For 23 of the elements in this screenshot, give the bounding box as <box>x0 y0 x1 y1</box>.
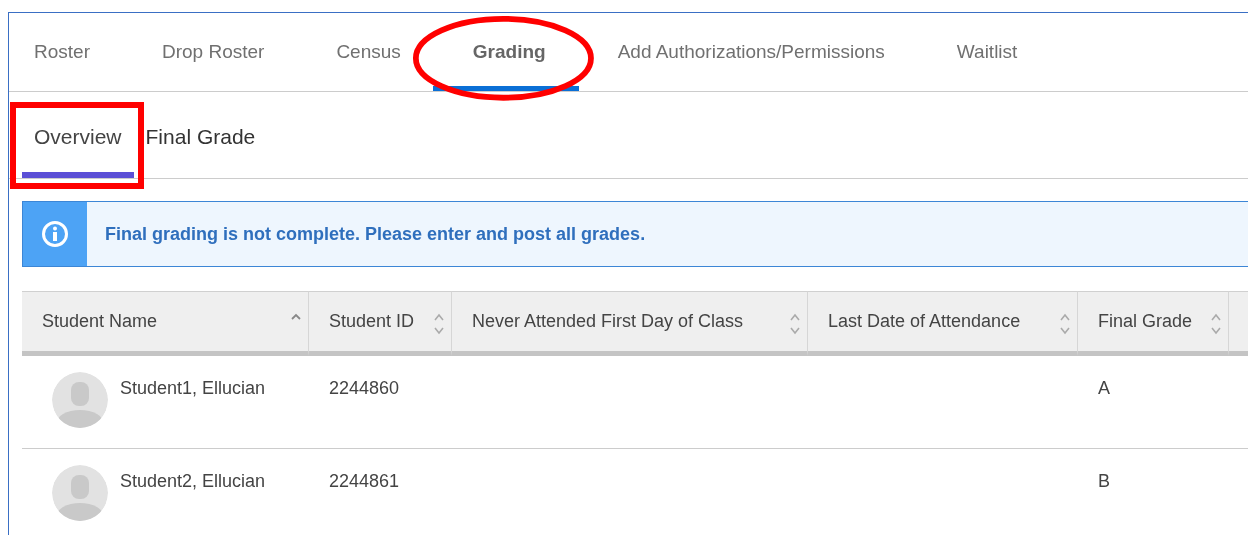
final-grade: A <box>1098 378 1110 398</box>
tab[interactable]: Drop Roster <box>161 13 265 91</box>
tab[interactable]: Overview <box>22 92 134 178</box>
final-grade: B <box>1098 471 1110 491</box>
tab[interactable]: Census <box>336 13 401 91</box>
column-header[interactable]: Student ID <box>309 291 452 356</box>
student-name: Student2, Ellucian <box>120 471 266 493</box>
column-header[interactable]: Last Date of Attendance <box>808 291 1078 356</box>
student-id: 2244860 <box>329 378 400 398</box>
column-header[interactable]: Final Grade <box>1078 291 1229 356</box>
column-header <box>1229 291 1248 356</box>
tab[interactable]: Final Grade <box>133 92 268 178</box>
tab[interactable]: Waitlist <box>956 13 1018 91</box>
student-id: 2244861 <box>329 471 400 491</box>
column-header[interactable]: Student Name <box>22 291 309 356</box>
student-name: Student1, Ellucian <box>120 378 266 400</box>
column-header[interactable]: Never Attended First Day of Class <box>452 291 808 356</box>
avatar-icon <box>52 372 108 428</box>
alert-message: Final grading is not complete. Please enter and post all grades. <box>105 222 646 246</box>
tab[interactable]: Add Authorizations/Permissions <box>617 13 885 91</box>
info-icon <box>41 220 69 248</box>
tab[interactable]: Roster <box>34 13 90 91</box>
avatar-icon <box>52 465 108 521</box>
